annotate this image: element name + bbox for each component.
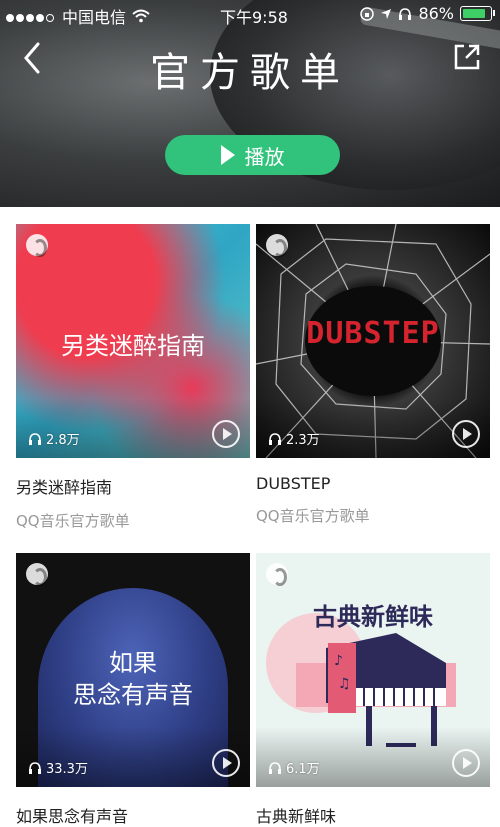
- headphones-icon: [399, 7, 412, 20]
- playlist-name[interactable]: DUBSTEP: [256, 474, 490, 493]
- playlist-name[interactable]: 另类迷醉指南: [16, 474, 250, 498]
- playlist-name[interactable]: 如果思念有声音: [16, 803, 250, 827]
- qq-music-logo-icon: [26, 563, 48, 586]
- playlist-card[interactable]: 另类迷醉指南 2.8万 另类迷醉指南 QQ音乐官方歌单: [16, 224, 250, 531]
- battery-icon: [460, 6, 495, 21]
- share-icon[interactable]: [452, 42, 482, 72]
- cover-title: 古典新鲜味: [313, 603, 433, 631]
- play-circle-icon[interactable]: [452, 420, 480, 448]
- cover-title: 另类迷醉指南: [61, 332, 205, 360]
- play-circle-icon[interactable]: [452, 749, 480, 777]
- playlist-name[interactable]: 古典新鲜味: [256, 803, 490, 827]
- play-circle-icon[interactable]: [212, 420, 240, 448]
- headphones-icon: [269, 762, 281, 774]
- headphones-icon: [269, 433, 281, 445]
- playlist-cover[interactable]: ♪ ♫ 古典新鲜味 6.1万: [256, 553, 490, 787]
- playlist-subtitle: QQ音乐官方歌单: [256, 507, 370, 525]
- qq-music-logo-icon: [266, 563, 288, 586]
- playlist-cover[interactable]: 如果 思念有声音 33.3万: [16, 553, 250, 787]
- play-count: 33.3万: [28, 758, 88, 777]
- status-time: 下午9:58: [220, 8, 288, 27]
- playlist-cover[interactable]: 另类迷醉指南 2.8万: [16, 224, 250, 458]
- play-icon: [220, 145, 235, 165]
- playlist-card[interactable]: ♪ ♫ 古典新鲜味 6.1万 古典新鲜味: [256, 553, 490, 827]
- play-count-value: 6.1万: [286, 762, 320, 777]
- rotation-lock-icon: [360, 6, 375, 21]
- location-icon: [381, 8, 392, 19]
- play-count: 6.1万: [268, 758, 320, 777]
- qq-music-logo-icon: [26, 234, 48, 257]
- playlist-subtitle: QQ音乐官方歌单: [16, 512, 130, 530]
- signal-strength-icon: [6, 7, 56, 26]
- play-all-button[interactable]: 播放: [165, 135, 340, 175]
- playlist-card[interactable]: DUBSTEP 2.3万 DUBSTEP QQ音乐官方歌单: [256, 224, 490, 526]
- wifi-icon: [132, 9, 150, 23]
- play-count-value: 2.3万: [286, 433, 320, 448]
- headphones-icon: [29, 762, 41, 774]
- cover-title-line1: 如果: [109, 649, 157, 677]
- play-count: 2.8万: [28, 429, 80, 448]
- playlist-card[interactable]: 如果 思念有声音 33.3万 如果思念有声音: [16, 553, 250, 827]
- carrier-name: 中国电信: [62, 8, 127, 27]
- play-circle-icon[interactable]: [212, 749, 240, 777]
- battery-percent: 86%: [418, 4, 454, 23]
- play-all-label: 播放: [244, 144, 285, 169]
- svg-text:♫: ♫: [338, 676, 351, 692]
- cover-title: DUBSTEP: [306, 316, 440, 351]
- svg-text:♪: ♪: [334, 653, 343, 669]
- page-title: 官方歌单: [150, 50, 350, 96]
- play-count-value: 33.3万: [46, 762, 88, 777]
- cover-title-line2: 思念有声音: [73, 681, 193, 709]
- play-count: 2.3万: [268, 429, 320, 448]
- playlist-cover[interactable]: DUBSTEP 2.3万: [256, 224, 490, 458]
- playlist-header: 中国电信 下午9:58 86% 官方歌单 播放: [0, 0, 500, 207]
- qq-music-logo-icon: [266, 234, 288, 257]
- play-count-value: 2.8万: [46, 433, 80, 448]
- status-bar: 中国电信 下午9:58 86%: [0, 0, 500, 28]
- headphones-icon: [29, 433, 41, 445]
